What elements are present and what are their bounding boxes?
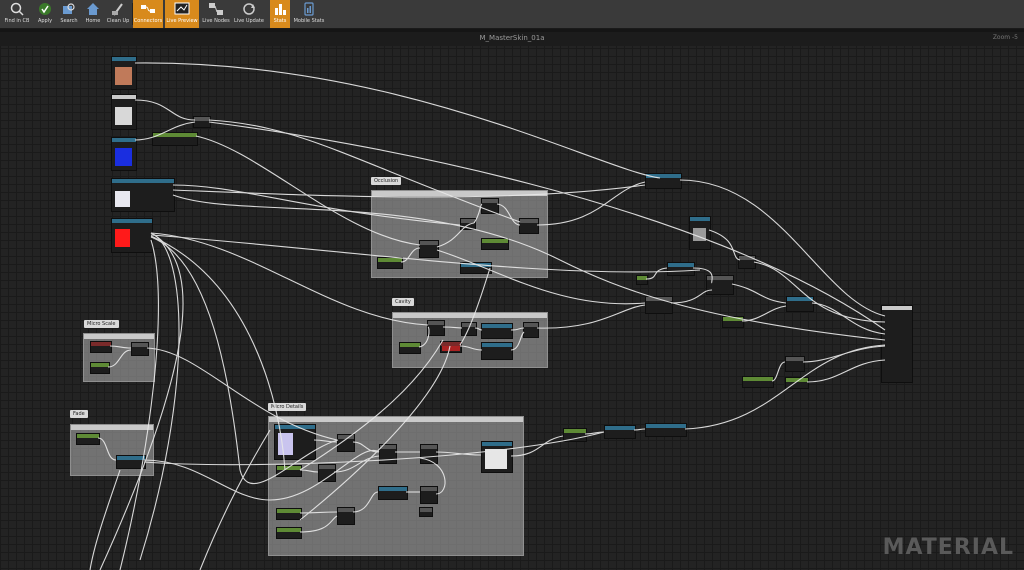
connection-wires	[89, 62, 886, 570]
connection-wire	[536, 181, 646, 226]
connection-wire	[418, 326, 430, 348]
connection-wire	[536, 304, 646, 329]
connection-wire	[459, 267, 491, 346]
connection-wire	[771, 361, 786, 382]
connection-wire	[731, 283, 787, 304]
connection-wire	[708, 229, 741, 261]
connection-wire	[459, 345, 483, 351]
connection-wire	[753, 261, 886, 323]
connection-wire	[436, 222, 475, 248]
connection-wire	[510, 327, 525, 331]
connection-wire	[299, 511, 338, 514]
connection-wire	[436, 249, 646, 305]
connection-wire	[97, 437, 117, 461]
connection-wire	[352, 491, 379, 513]
connection-wire	[442, 326, 463, 329]
connection-wire	[172, 184, 461, 226]
connection-wire	[150, 236, 339, 485]
connection-wire	[419, 457, 446, 495]
connection-wire	[134, 99, 196, 121]
connection-wire	[670, 289, 713, 304]
material-watermark: MATERIAL	[882, 535, 1014, 560]
connection-wire	[107, 349, 132, 368]
connection-wire	[143, 431, 605, 466]
connection-wire	[299, 469, 319, 473]
connection-wire	[802, 345, 886, 363]
connection-wire	[134, 121, 196, 141]
connection-wire	[741, 305, 787, 322]
connection-wire	[510, 435, 564, 457]
connection-wire	[172, 194, 886, 341]
connection-wire	[143, 449, 380, 501]
connection-wire	[474, 327, 483, 331]
connection-wire	[679, 179, 886, 317]
connection-wire	[109, 345, 132, 349]
connection-wire	[684, 344, 886, 430]
connection-wire	[299, 515, 338, 533]
connection-wire	[208, 121, 886, 331]
connection-wire	[333, 455, 380, 473]
connection-wire	[811, 302, 886, 335]
connection-wire	[510, 331, 525, 351]
connection-wire	[199, 429, 271, 570]
connection-wire	[645, 267, 668, 280]
connection-wire	[139, 232, 180, 561]
connection-wire	[119, 239, 159, 570]
connection-wire	[99, 232, 184, 570]
connection-wire	[806, 359, 886, 383]
connection-wire	[633, 428, 646, 431]
connection-wire	[172, 184, 646, 198]
connection-wire	[89, 469, 121, 570]
